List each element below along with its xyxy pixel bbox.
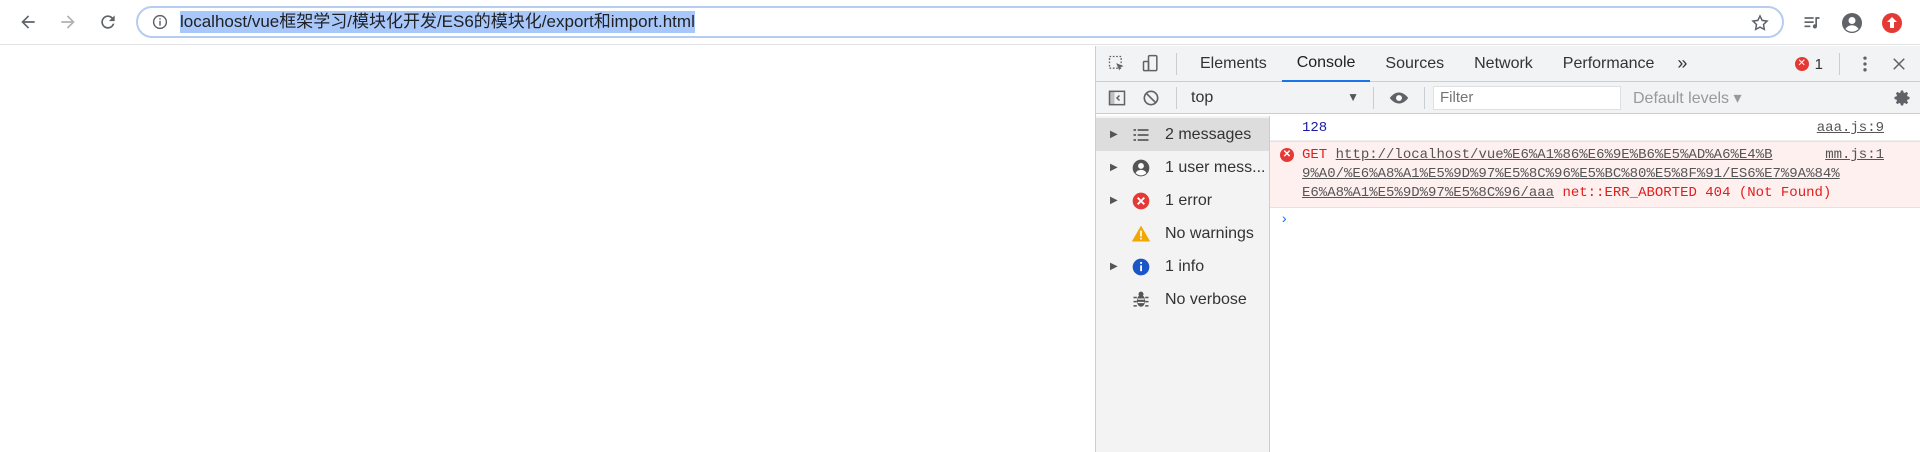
console-filter-bar: top ▼ Default levels ▾ xyxy=(1096,82,1920,114)
error-icon xyxy=(1130,190,1152,212)
sidebar-toggle-icon[interactable] xyxy=(1100,81,1134,115)
address-bar[interactable]: localhost/vue框架学习/模块化开发/ES6的模块化/export和i… xyxy=(136,6,1784,38)
tab-console[interactable]: Console xyxy=(1281,46,1371,82)
devtools-tab-bar-right: ✕ 1 xyxy=(1787,46,1920,82)
url-text[interactable]: localhost/vue框架学习/模块化开发/ES6的模块化/export和i… xyxy=(180,11,695,33)
devtools-panel: Elements Console Sources Network Perform… xyxy=(1095,46,1920,452)
reload-button[interactable] xyxy=(88,2,128,42)
user-icon xyxy=(1130,157,1152,179)
log-source-link[interactable]: aaa.js:9 xyxy=(1817,120,1884,136)
sidebar-item-label: No verbose xyxy=(1165,290,1247,308)
context-selector[interactable]: top ▼ xyxy=(1185,86,1365,110)
tab-sources[interactable]: Sources xyxy=(1370,46,1459,82)
tab-network[interactable]: Network xyxy=(1459,46,1548,82)
browser-toolbar: localhost/vue框架学习/模块化开发/ES6的模块化/export和i… xyxy=(0,0,1920,45)
inspect-element-icon[interactable] xyxy=(1100,47,1134,81)
live-expression-eye-icon[interactable] xyxy=(1382,81,1416,115)
back-button[interactable] xyxy=(8,2,48,42)
console-messages: 128 aaa.js:9 ✕ GET http://localhost/vue%… xyxy=(1270,116,1920,452)
error-url-part-3[interactable]: E6%A8%A1%E5%9D%97%E5%8C%96/aaa xyxy=(1302,185,1554,201)
warning-icon xyxy=(1130,223,1152,245)
page-content xyxy=(0,46,1095,452)
filter-separator xyxy=(1424,86,1425,109)
error-count: 1 xyxy=(1814,55,1823,73)
list-icon xyxy=(1130,124,1152,146)
sidebar-item-verbose[interactable]: No verbose xyxy=(1096,283,1269,316)
error-icon: ✕ xyxy=(1794,57,1809,71)
console-prompt[interactable]: › xyxy=(1270,208,1920,232)
error-icon: ✕ xyxy=(1280,148,1294,162)
console-sidebar: ▶ 2 messages ▶ 1 user mess... ▶ 1 error xyxy=(1096,116,1270,452)
error-line-2: 9%A0/%E6%A8%A1%E5%9D%97%E5%8C%96%E5%BC%8… xyxy=(1302,165,1910,184)
bug-icon xyxy=(1130,289,1152,311)
info-icon[interactable] xyxy=(150,12,170,32)
arrow-right-icon xyxy=(61,15,75,29)
more-tabs-button[interactable]: » xyxy=(1669,53,1695,74)
reload-icon xyxy=(101,15,115,29)
expand-arrow-icon[interactable]: ▶ xyxy=(1110,162,1124,173)
toolbar-right xyxy=(1792,0,1920,45)
sidebar-item-user-messages[interactable]: ▶ 1 user mess... xyxy=(1096,151,1269,184)
arrow-left-icon xyxy=(21,15,35,29)
tab-separator xyxy=(1839,53,1840,75)
devtools-tab-bar: Elements Console Sources Network Perform… xyxy=(1096,46,1920,82)
error-line-3: E6%A8%A1%E5%9D%97%E5%8C%96/aaa net::ERR_… xyxy=(1302,184,1910,203)
tab-separator xyxy=(1176,52,1177,75)
error-method: GET xyxy=(1302,147,1328,163)
error-url-part-1[interactable]: http://localhost/vue%E6%A1%86%E6%9E%B6%E… xyxy=(1336,147,1773,163)
tab-elements[interactable]: Elements xyxy=(1185,46,1282,82)
clear-console-icon[interactable] xyxy=(1134,81,1168,115)
update-icon[interactable] xyxy=(1872,3,1912,43)
sidebar-item-label: 2 messages xyxy=(1165,125,1252,143)
error-line-1: GET http://localhost/vue%E6%A1%86%E6%9E%… xyxy=(1302,146,1910,165)
expand-arrow-icon[interactable]: ▶ xyxy=(1110,129,1124,140)
sidebar-item-label: 1 info xyxy=(1165,257,1205,275)
error-source-link[interactable]: mm.js:1 xyxy=(1825,146,1884,165)
console-error-message: ✕ GET http://localhost/vue%E6%A1%86%E6%9… xyxy=(1270,141,1920,208)
media-control-icon[interactable] xyxy=(1792,3,1832,43)
filter-separator xyxy=(1373,86,1374,109)
tab-performance[interactable]: Performance xyxy=(1548,46,1670,82)
expand-arrow-icon[interactable]: ▶ xyxy=(1110,261,1124,272)
console-body: ▶ 2 messages ▶ 1 user mess... ▶ 1 error xyxy=(1096,116,1920,452)
filter-separator xyxy=(1176,86,1177,109)
dropdown-arrow-icon: ▼ xyxy=(1347,89,1359,104)
info-icon xyxy=(1130,256,1152,278)
sidebar-item-label: 1 error xyxy=(1165,191,1213,209)
filter-input[interactable] xyxy=(1433,85,1621,110)
bookmark-star-icon[interactable] xyxy=(1750,13,1770,33)
console-log-message: 128 aaa.js:9 xyxy=(1270,116,1920,141)
context-value: top xyxy=(1191,88,1214,106)
forward-button[interactable] xyxy=(48,2,88,42)
settings-gear-icon[interactable] xyxy=(1892,88,1912,108)
sidebar-item-label: No warnings xyxy=(1165,224,1254,242)
error-count-badge[interactable]: ✕ 1 xyxy=(1787,56,1831,73)
error-url-part-2[interactable]: 9%A0/%E6%A8%A1%E5%9D%97%E5%8C%96%E5%BC%8… xyxy=(1302,166,1840,182)
sidebar-item-errors[interactable]: ▶ 1 error xyxy=(1096,184,1269,217)
device-toolbar-icon[interactable] xyxy=(1134,47,1168,81)
expand-arrow-icon[interactable]: ▶ xyxy=(1110,195,1124,206)
sidebar-item-label: 1 user mess... xyxy=(1165,158,1266,176)
sidebar-item-messages[interactable]: ▶ 2 messages xyxy=(1096,118,1269,151)
profile-avatar-icon[interactable] xyxy=(1832,3,1872,43)
log-value: 128 xyxy=(1302,120,1328,136)
kebab-menu-icon[interactable] xyxy=(1848,47,1882,81)
log-levels-dropdown[interactable]: Default levels ▾ xyxy=(1633,88,1742,108)
close-devtools-icon[interactable] xyxy=(1882,47,1916,81)
sidebar-item-warnings[interactable]: No warnings xyxy=(1096,217,1269,250)
sidebar-item-info[interactable]: ▶ 1 info xyxy=(1096,250,1269,283)
error-status: net::ERR_ABORTED 404 (Not Found) xyxy=(1562,185,1832,201)
